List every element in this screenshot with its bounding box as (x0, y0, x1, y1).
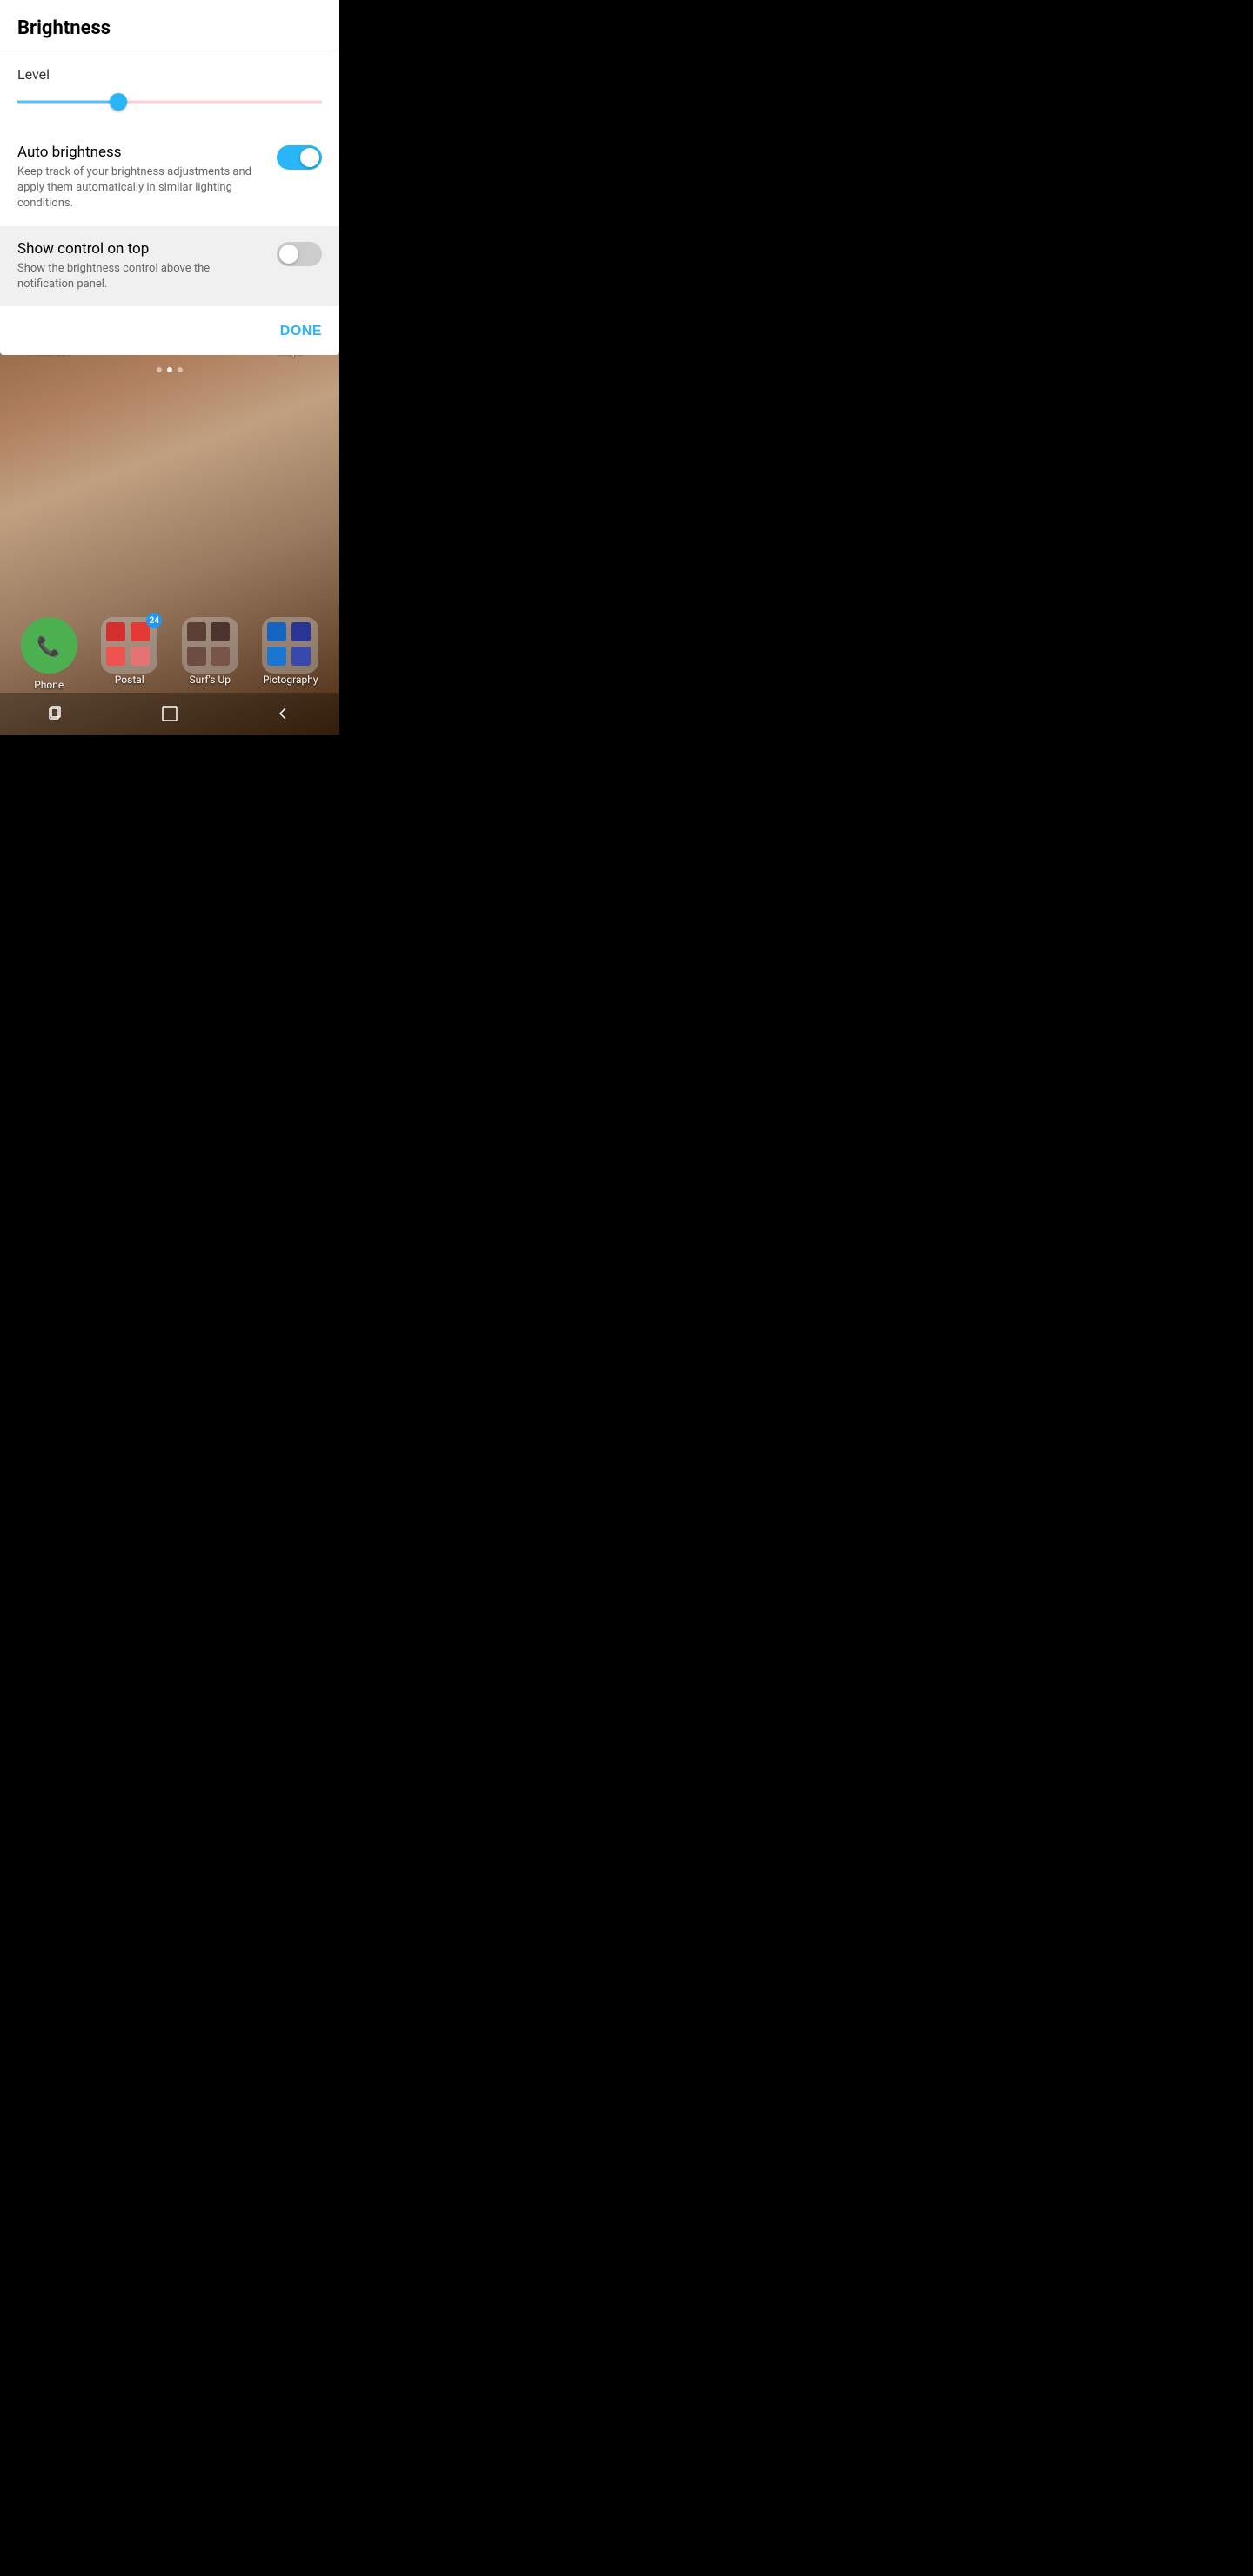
postal-folder-icon: 24 (101, 617, 157, 674)
slider-track-left (17, 101, 118, 104)
back-button[interactable] (265, 696, 300, 731)
svg-text:📞: 📞 (37, 634, 62, 658)
surfsup-label: Surf's Up (190, 674, 231, 686)
auto-brightness-toggle-thumb (300, 148, 319, 167)
brightness-panel: Brightness Level Auto brightness Keep tr… (0, 0, 339, 355)
slider-track-right (118, 101, 323, 104)
done-button[interactable]: DONE (280, 324, 322, 339)
dock-surfsup[interactable]: Surf's Up (175, 617, 245, 686)
slider-thumb[interactable] (110, 93, 127, 111)
show-control-title: Show control on top (17, 240, 263, 258)
page-dot-2 (167, 367, 172, 372)
show-control-text: Show control on top Show the brightness … (17, 240, 263, 292)
brightness-slider[interactable] (17, 91, 322, 112)
dock-pictography[interactable]: Pictography (256, 617, 325, 686)
show-control-toggle-thumb (279, 245, 298, 264)
done-row: DONE (17, 306, 322, 355)
brightness-title: Brightness (17, 17, 322, 39)
auto-brightness-row: Auto brightness Keep track of your brigh… (17, 130, 322, 226)
dock: 📞 Phone 24 Postal Surf's Up (0, 617, 339, 691)
auto-brightness-toggle[interactable] (277, 145, 322, 170)
show-control-row: Show control on top Show the brightness … (0, 226, 339, 306)
navbar (0, 693, 339, 735)
pictography-folder-icon (262, 617, 318, 674)
dock-postal[interactable]: 24 Postal (95, 617, 164, 686)
show-control-toggle[interactable] (277, 242, 322, 266)
level-label: Level (17, 66, 322, 83)
phone-label: Phone (34, 679, 64, 691)
postal-badge: 24 (146, 613, 162, 628)
pictography-label: Pictography (263, 674, 318, 686)
phone-icon: 📞 (21, 617, 77, 674)
auto-brightness-desc: Keep track of your brightness adjustment… (17, 164, 263, 212)
page-dot-3 (178, 367, 183, 372)
page-dot-1 (157, 367, 162, 372)
home-button[interactable] (152, 696, 187, 731)
postal-label: Postal (115, 674, 144, 686)
surfsup-folder-icon (182, 617, 238, 674)
auto-brightness-text: Auto brightness Keep track of your brigh… (17, 144, 263, 212)
page-indicator (0, 367, 339, 372)
show-control-desc: Show the brightness control above the no… (17, 261, 263, 292)
dock-phone[interactable]: 📞 Phone (14, 617, 84, 691)
auto-brightness-title: Auto brightness (17, 144, 263, 161)
recents-button[interactable] (39, 696, 74, 731)
slider-track (17, 101, 322, 104)
